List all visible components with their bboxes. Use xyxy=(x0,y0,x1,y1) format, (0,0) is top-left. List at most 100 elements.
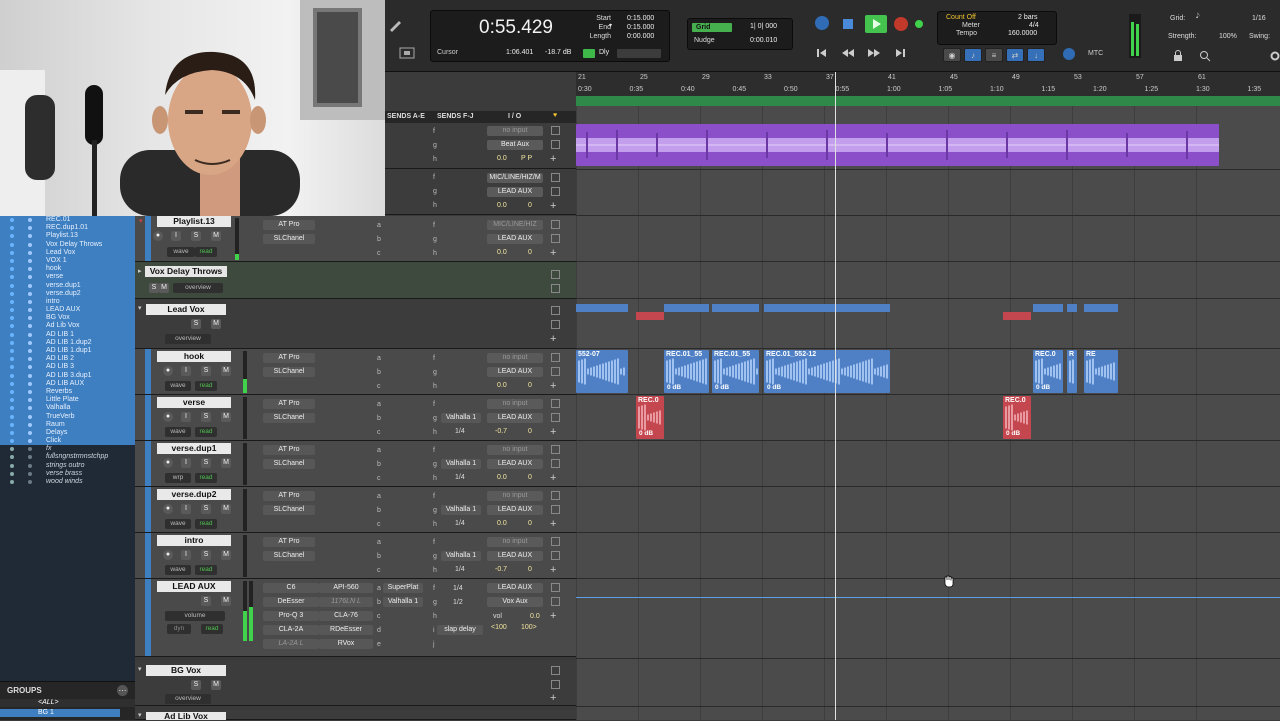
insert-b[interactable]: SLChanel xyxy=(263,413,315,423)
track-show-dot-icon[interactable] xyxy=(28,389,32,394)
track-view-selector[interactable]: wave xyxy=(165,565,191,575)
input-monitor-button[interactable]: I xyxy=(181,412,191,422)
track-show-dot-icon[interactable] xyxy=(28,316,32,321)
insert-a[interactable]: AT Pro xyxy=(263,399,315,409)
track-active-dot-icon[interactable] xyxy=(10,455,14,460)
track-list-item[interactable]: verse.dup2 xyxy=(0,289,135,298)
count-off-label[interactable]: Count Off xyxy=(946,14,976,21)
volume[interactable]: 0.0 xyxy=(497,249,507,256)
io-input[interactable]: LEAD AUX xyxy=(487,583,543,593)
view-icon[interactable] xyxy=(551,583,560,592)
track-show-dot-icon[interactable] xyxy=(28,422,32,427)
track-name[interactable]: verse.dup1 xyxy=(157,443,231,454)
track-show-dot-icon[interactable] xyxy=(28,250,32,255)
track-active-dot-icon[interactable] xyxy=(10,242,14,247)
track-active-dot-icon[interactable] xyxy=(10,406,14,411)
solo-button[interactable]: S xyxy=(201,366,211,376)
list-icon[interactable] xyxy=(551,320,560,329)
track-name[interactable]: hook xyxy=(157,351,231,362)
strength-value[interactable]: 100% xyxy=(1219,33,1237,40)
clip-gain[interactable]: 0 dB xyxy=(1036,384,1050,391)
automation-mode[interactable]: read xyxy=(201,624,223,634)
io-output[interactable]: LEAD AUX xyxy=(487,367,543,377)
mute-button[interactable]: M xyxy=(221,412,231,422)
track-view-selector[interactable]: overview xyxy=(165,334,211,344)
track-view-selector[interactable]: wrp xyxy=(165,473,191,483)
list-icon[interactable] xyxy=(551,367,560,376)
record-arm-button[interactable]: ● xyxy=(153,231,163,241)
groups-menu-icon[interactable]: ⋯ xyxy=(117,685,128,696)
view-icon[interactable] xyxy=(551,491,560,500)
solo-button[interactable]: S xyxy=(191,680,201,690)
record-arm-button[interactable]: ● xyxy=(163,550,173,560)
track-show-dot-icon[interactable] xyxy=(28,447,32,452)
io-input[interactable]: no input xyxy=(487,491,543,501)
track-name[interactable]: Vox Delay Throws xyxy=(145,266,227,277)
track-active-dot-icon[interactable] xyxy=(10,357,14,362)
track-list-item[interactable]: strings outro xyxy=(0,462,135,470)
track-name[interactable]: Lead Vox xyxy=(146,304,226,315)
track-list-item[interactable]: fullsngnstrmnstchpp xyxy=(0,453,135,461)
io-output[interactable]: LEAD AUX xyxy=(487,234,543,244)
track-active-dot-icon[interactable] xyxy=(10,226,14,231)
io-output[interactable]: LEAD AUX xyxy=(487,459,543,469)
solo-button[interactable]: S xyxy=(201,550,211,560)
track-list-item[interactable]: hook xyxy=(0,265,135,274)
track-verse[interactable]: verse ● I S M wave read AT Pro SLChanel … xyxy=(135,395,576,441)
clip-gain[interactable]: 0 dB xyxy=(1006,430,1020,437)
folder-toggle-icon[interactable]: ▾ xyxy=(138,711,142,719)
grid-right-value[interactable]: 1/16 xyxy=(1252,15,1266,22)
verse-audio-clip[interactable]: REC.0 0 dB xyxy=(636,396,664,439)
list-icon[interactable] xyxy=(551,597,560,606)
track-list-item[interactable]: VOX 1 xyxy=(0,256,135,266)
track-show-dot-icon[interactable] xyxy=(28,258,32,263)
clip-gain[interactable]: 0 dB xyxy=(767,384,781,391)
io-input[interactable]: no input xyxy=(487,353,543,363)
track-show-dot-icon[interactable] xyxy=(28,365,32,370)
track-list-item[interactable]: Click xyxy=(0,437,135,446)
dly-slider[interactable] xyxy=(617,49,661,58)
volume[interactable]: 0.0 xyxy=(530,613,540,620)
automation-mode[interactable]: read xyxy=(195,247,217,257)
track-show-dot-icon[interactable] xyxy=(28,267,32,272)
wait-note-icon[interactable]: ◉ xyxy=(943,48,961,62)
io-input[interactable]: MIC/LINE/HIZ xyxy=(487,220,543,230)
track-show-dot-icon[interactable] xyxy=(28,398,32,403)
track-show-dot-icon[interactable] xyxy=(28,340,32,345)
insert-slot[interactable]: CLA-76 xyxy=(319,611,373,621)
metronome-icon[interactable]: ♪ xyxy=(964,48,982,62)
track-verse-dup1[interactable]: verse.dup1 ● I S M wrp read AT Pro SLCha… xyxy=(135,441,576,487)
track-active-dot-icon[interactable] xyxy=(10,365,14,370)
track-list-item[interactable]: intro xyxy=(0,297,135,307)
track-show-dot-icon[interactable] xyxy=(28,242,32,247)
track-active-dot-icon[interactable] xyxy=(10,340,14,345)
track-vox-delay-throws[interactable]: ▸ Vox Delay Throws S M overview xyxy=(135,262,576,299)
add-lane-icon[interactable]: + xyxy=(550,564,556,576)
track-show-dot-icon[interactable] xyxy=(28,324,32,329)
track-active-dot-icon[interactable] xyxy=(10,258,14,263)
track-name[interactable]: BG Vox xyxy=(146,665,226,676)
io-input[interactable]: no input xyxy=(487,399,543,409)
view-icon[interactable] xyxy=(551,537,560,546)
view-icon[interactable] xyxy=(551,399,560,408)
pan-right[interactable]: 100> xyxy=(521,624,537,631)
insert-slot[interactable]: DeEsser xyxy=(263,597,319,607)
send-f-level[interactable]: 1/4 xyxy=(453,585,463,592)
rewind-to-start-icon[interactable] xyxy=(815,46,829,60)
list-icon[interactable] xyxy=(551,284,560,293)
main-counter[interactable]: 0:55.429 xyxy=(479,17,553,39)
add-lane-icon[interactable]: + xyxy=(550,333,556,345)
fast-forward-icon[interactable] xyxy=(867,46,881,60)
track-list-item[interactable]: AD LIB 1.dup1 xyxy=(0,347,135,356)
track-show-dot-icon[interactable] xyxy=(28,283,32,288)
folder-toggle-icon[interactable]: ▾ xyxy=(138,665,142,673)
volume[interactable]: 0.0 xyxy=(497,520,507,527)
solo-button[interactable]: S xyxy=(201,458,211,468)
list-icon[interactable] xyxy=(551,413,560,422)
track-name[interactable]: intro xyxy=(157,535,231,546)
hook-audio-clip[interactable]: RE xyxy=(1084,350,1118,393)
automation-mode[interactable]: read xyxy=(195,427,217,437)
io-input[interactable]: no input xyxy=(487,445,543,455)
send-level[interactable]: 1/4 xyxy=(455,428,465,435)
settings-gear-icon[interactable] xyxy=(1270,50,1280,62)
